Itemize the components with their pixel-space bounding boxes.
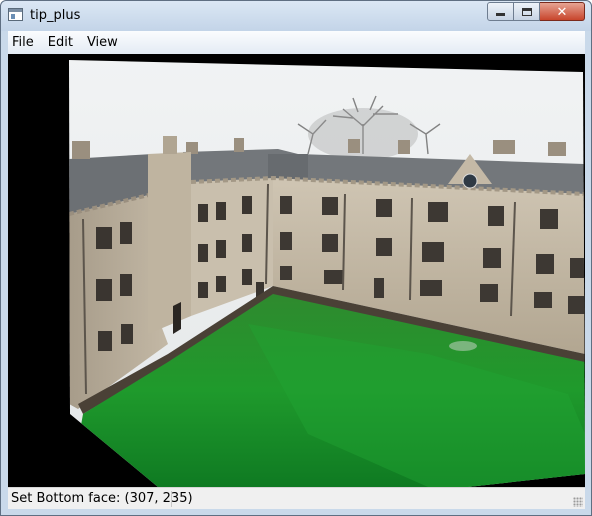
- maximize-button[interactable]: [514, 2, 540, 21]
- title-bar[interactable]: tip_plus ✕: [1, 1, 591, 31]
- status-bar: Set Bottom face: (307, 235): [8, 487, 585, 509]
- maximize-icon: [521, 7, 532, 16]
- window-title: tip_plus: [30, 8, 81, 23]
- menu-view[interactable]: View: [80, 32, 125, 53]
- app-icon[interactable]: [8, 8, 23, 21]
- menu-edit[interactable]: Edit: [41, 32, 80, 53]
- app-window: tip_plus ✕ File Edit View Set Bottom fac…: [0, 0, 592, 516]
- resize-grip-icon[interactable]: [573, 497, 583, 507]
- status-message: Set Bottom face: (307, 235): [11, 491, 193, 506]
- image-canvas[interactable]: [8, 54, 585, 487]
- menu-bar: File Edit View: [8, 31, 585, 54]
- window-controls: ✕: [487, 2, 585, 21]
- minimize-button[interactable]: [487, 2, 514, 21]
- status-divider: [171, 491, 172, 507]
- warped-photo: [69, 60, 585, 487]
- close-button[interactable]: ✕: [540, 2, 585, 21]
- minimize-icon: [496, 13, 505, 16]
- close-icon: ✕: [556, 4, 568, 19]
- menu-file[interactable]: File: [8, 32, 41, 53]
